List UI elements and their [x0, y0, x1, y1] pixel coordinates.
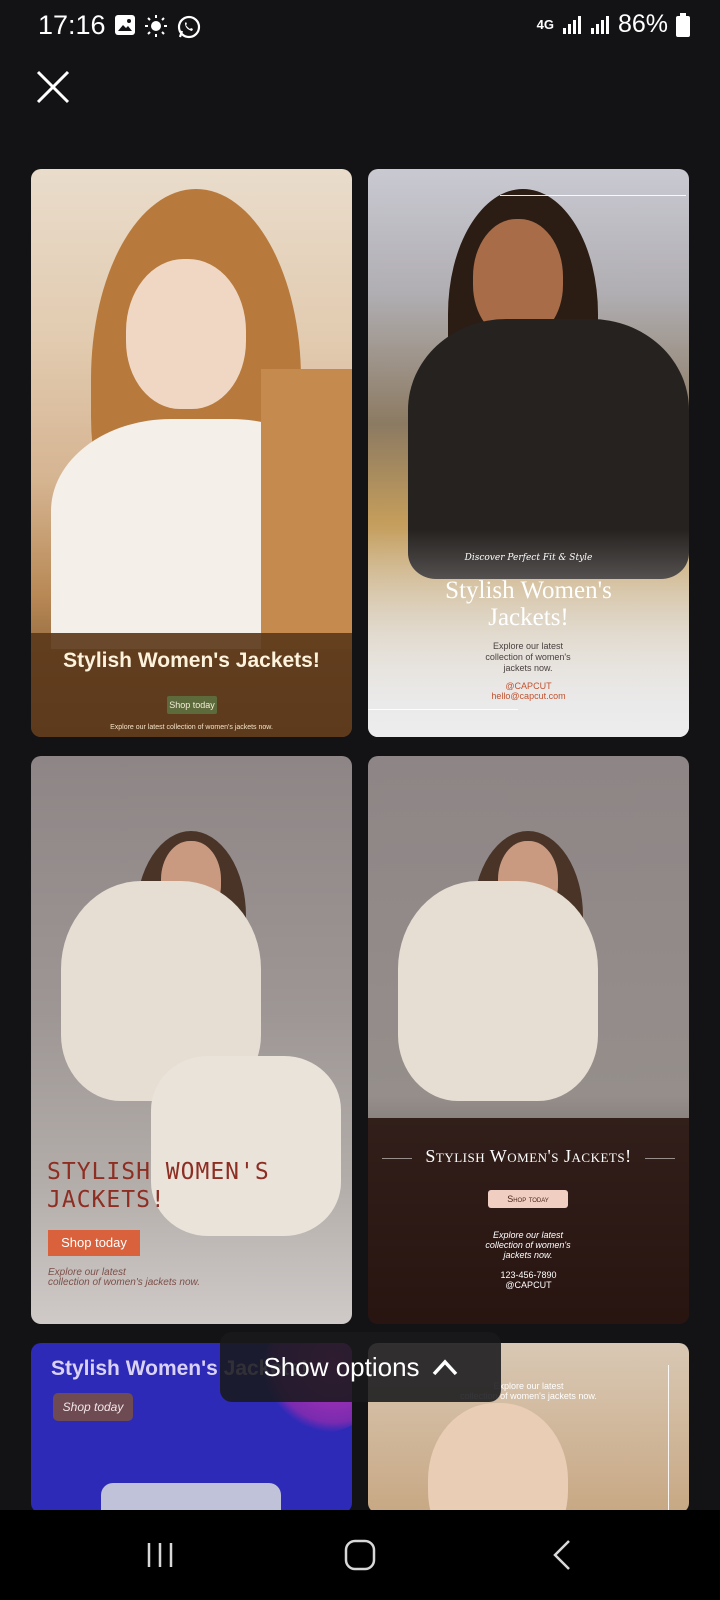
- model-face: [126, 259, 246, 409]
- card-title: STYLISH WOMEN'S JACKETS!: [47, 1158, 270, 1214]
- whatsapp-icon: [177, 15, 201, 39]
- template-card-2[interactable]: Discover Perfect Fit & Style Stylish Wom…: [368, 169, 689, 737]
- signal-icon: [562, 15, 581, 34]
- decorative-line: [668, 1365, 669, 1513]
- card-title: Stylish Women's Jackets!: [63, 649, 320, 672]
- status-left-icons: [114, 14, 202, 40]
- home-icon: [344, 1539, 376, 1571]
- handle: @CAPCUT: [505, 1280, 552, 1290]
- chevron-up-icon: [432, 1359, 457, 1376]
- network-type: 4G: [536, 17, 554, 32]
- title-line-2: JACKETS!: [47, 1187, 166, 1213]
- shop-button: Shop today: [53, 1393, 133, 1421]
- card-contact: 123-456-7890 @CAPCUT: [368, 1270, 689, 1290]
- battery-icon: [676, 12, 690, 37]
- subtitle-line-1: Explore our latest: [492, 1230, 564, 1240]
- awning-shape: [101, 1483, 281, 1513]
- card-subtitle: Explore our latest collection of women's…: [458, 641, 598, 674]
- close-button[interactable]: [30, 64, 76, 110]
- title-line-2: Jackets!: [488, 604, 569, 631]
- card-tagline: Discover Perfect Fit & Style: [464, 553, 593, 563]
- recents-icon: [147, 1543, 173, 1567]
- system-nav-bar: [0, 1510, 720, 1600]
- card-title: Stylish Women's Jackets!: [368, 577, 689, 631]
- shop-button: Shop today: [167, 696, 217, 714]
- card-subtitle: Explore our latest collection of women's…: [468, 1230, 588, 1260]
- card-subtitle: Explore our latest collection of women's…: [110, 724, 273, 731]
- phone: 123-456-7890: [500, 1270, 557, 1280]
- puffer-jacket: [398, 881, 598, 1101]
- card-title: Stylish Women's Jackets!: [425, 1146, 632, 1166]
- jacket-side: [261, 369, 352, 649]
- title-line-1: STYLISH WOMEN'S: [47, 1159, 270, 1185]
- subtitle-line-3: jackets now.: [503, 1250, 553, 1260]
- shop-button: Shop today: [488, 1190, 568, 1208]
- subtitle-line-1: Explore our latest: [492, 641, 564, 651]
- back-icon: [553, 1540, 570, 1570]
- status-right: 4G 86%: [537, 10, 690, 39]
- brightness-icon: [145, 15, 167, 37]
- handle: @CAPCUT: [505, 681, 552, 691]
- decorative-line-bottom: [368, 709, 518, 710]
- subtitle-line-2: collection of women's jackets now.: [48, 1277, 200, 1288]
- battery-percent: 86%: [617, 10, 668, 38]
- subtitle-line-2: collection of women's: [485, 652, 571, 662]
- status-time: 17:16: [38, 10, 106, 40]
- show-options-label: Show options: [263, 1351, 420, 1382]
- gallery-icon: [115, 15, 135, 35]
- template-card-3[interactable]: STYLISH WOMEN'S JACKETS! Shop today Expl…: [31, 756, 352, 1324]
- shop-button: Shop today: [48, 1230, 140, 1256]
- home-button[interactable]: [330, 1532, 390, 1578]
- template-card-4[interactable]: Stylish Women's Jackets! Shop today Expl…: [368, 756, 689, 1324]
- card-subtitle: Explore our latest collection of women's…: [48, 1268, 200, 1288]
- close-icon: [36, 70, 70, 104]
- show-options-button[interactable]: Show options: [220, 1332, 501, 1402]
- signal-icon-2: [590, 15, 609, 34]
- recents-button[interactable]: [130, 1532, 190, 1578]
- template-card-1[interactable]: Stylish Women's Jackets! Shop today Expl…: [31, 169, 352, 737]
- status-bar: 17:16 4G 86%: [0, 0, 720, 52]
- subtitle-line-3: jackets now.: [503, 663, 553, 673]
- back-button[interactable]: [532, 1532, 592, 1578]
- model-face: [428, 1403, 568, 1513]
- decorative-line: [500, 195, 686, 196]
- email: hello@capcut.com: [491, 691, 566, 701]
- subtitle-line-2: collection of women's: [485, 1240, 571, 1250]
- title-line-1: Stylish Women's: [445, 577, 612, 604]
- card-contact: @CAPCUT hello@capcut.com: [368, 681, 689, 701]
